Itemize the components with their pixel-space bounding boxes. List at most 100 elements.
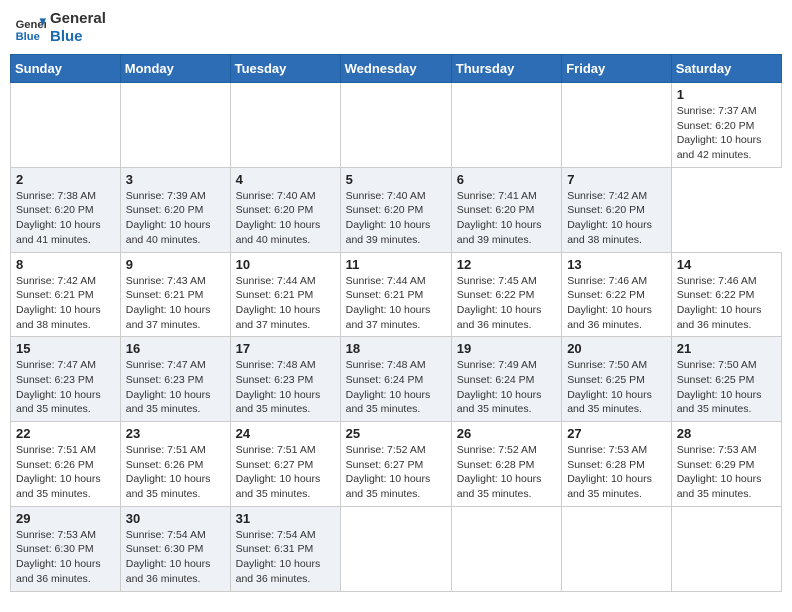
page-header: General Blue General Blue	[10, 10, 782, 46]
calendar-cell: 12 Sunrise: 7:45 AM Sunset: 6:22 PM Dayl…	[451, 252, 561, 337]
day-info: Sunrise: 7:43 AM Sunset: 6:21 PM Dayligh…	[126, 274, 225, 333]
calendar-cell: 13 Sunrise: 7:46 AM Sunset: 6:22 PM Dayl…	[562, 252, 672, 337]
calendar-cell	[562, 506, 672, 591]
calendar-cell: 26 Sunrise: 7:52 AM Sunset: 6:28 PM Dayl…	[451, 422, 561, 507]
col-header-friday: Friday	[562, 55, 672, 83]
calendar-cell: 29 Sunrise: 7:53 AM Sunset: 6:30 PM Dayl…	[11, 506, 121, 591]
calendar-cell: 30 Sunrise: 7:54 AM Sunset: 6:30 PM Dayl…	[120, 506, 230, 591]
logo-icon: General Blue	[14, 12, 46, 44]
day-number: 24	[236, 426, 335, 441]
logo: General Blue General Blue	[14, 10, 106, 46]
day-number: 7	[567, 172, 666, 187]
day-number: 21	[677, 341, 776, 356]
day-number: 9	[126, 257, 225, 272]
calendar-cell: 19 Sunrise: 7:49 AM Sunset: 6:24 PM Dayl…	[451, 337, 561, 422]
day-number: 11	[346, 257, 446, 272]
calendar-cell: 1 Sunrise: 7:37 AM Sunset: 6:20 PM Dayli…	[671, 83, 781, 168]
day-number: 1	[677, 87, 776, 102]
calendar-cell: 14 Sunrise: 7:46 AM Sunset: 6:22 PM Dayl…	[671, 252, 781, 337]
day-info: Sunrise: 7:50 AM Sunset: 6:25 PM Dayligh…	[677, 358, 776, 417]
calendar-week-4: 15 Sunrise: 7:47 AM Sunset: 6:23 PM Dayl…	[11, 337, 782, 422]
day-info: Sunrise: 7:40 AM Sunset: 6:20 PM Dayligh…	[346, 189, 446, 248]
calendar-week-6: 29 Sunrise: 7:53 AM Sunset: 6:30 PM Dayl…	[11, 506, 782, 591]
calendar-week-3: 8 Sunrise: 7:42 AM Sunset: 6:21 PM Dayli…	[11, 252, 782, 337]
calendar-cell: 15 Sunrise: 7:47 AM Sunset: 6:23 PM Dayl…	[11, 337, 121, 422]
calendar-cell: 27 Sunrise: 7:53 AM Sunset: 6:28 PM Dayl…	[562, 422, 672, 507]
day-number: 16	[126, 341, 225, 356]
day-number: 22	[16, 426, 115, 441]
calendar-cell: 10 Sunrise: 7:44 AM Sunset: 6:21 PM Dayl…	[230, 252, 340, 337]
calendar-cell	[230, 83, 340, 168]
day-info: Sunrise: 7:51 AM Sunset: 6:26 PM Dayligh…	[126, 443, 225, 502]
calendar-cell: 31 Sunrise: 7:54 AM Sunset: 6:31 PM Dayl…	[230, 506, 340, 591]
col-header-tuesday: Tuesday	[230, 55, 340, 83]
calendar-cell	[451, 83, 561, 168]
day-info: Sunrise: 7:45 AM Sunset: 6:22 PM Dayligh…	[457, 274, 556, 333]
day-number: 14	[677, 257, 776, 272]
day-number: 31	[236, 511, 335, 526]
calendar-header-row: SundayMondayTuesdayWednesdayThursdayFrid…	[11, 55, 782, 83]
day-info: Sunrise: 7:49 AM Sunset: 6:24 PM Dayligh…	[457, 358, 556, 417]
day-number: 28	[677, 426, 776, 441]
day-info: Sunrise: 7:42 AM Sunset: 6:20 PM Dayligh…	[567, 189, 666, 248]
day-info: Sunrise: 7:38 AM Sunset: 6:20 PM Dayligh…	[16, 189, 115, 248]
col-header-monday: Monday	[120, 55, 230, 83]
day-number: 4	[236, 172, 335, 187]
calendar-cell: 17 Sunrise: 7:48 AM Sunset: 6:23 PM Dayl…	[230, 337, 340, 422]
day-number: 3	[126, 172, 225, 187]
day-number: 10	[236, 257, 335, 272]
day-info: Sunrise: 7:47 AM Sunset: 6:23 PM Dayligh…	[16, 358, 115, 417]
calendar-cell	[340, 83, 451, 168]
calendar-cell: 22 Sunrise: 7:51 AM Sunset: 6:26 PM Dayl…	[11, 422, 121, 507]
logo-blue: Blue	[50, 28, 106, 46]
calendar-cell	[11, 83, 121, 168]
day-info: Sunrise: 7:52 AM Sunset: 6:27 PM Dayligh…	[346, 443, 446, 502]
day-number: 2	[16, 172, 115, 187]
calendar-table: SundayMondayTuesdayWednesdayThursdayFrid…	[10, 54, 782, 592]
day-info: Sunrise: 7:47 AM Sunset: 6:23 PM Dayligh…	[126, 358, 225, 417]
day-number: 17	[236, 341, 335, 356]
calendar-cell: 3 Sunrise: 7:39 AM Sunset: 6:20 PM Dayli…	[120, 167, 230, 252]
calendar-cell: 18 Sunrise: 7:48 AM Sunset: 6:24 PM Dayl…	[340, 337, 451, 422]
calendar-cell	[451, 506, 561, 591]
svg-text:Blue: Blue	[16, 31, 40, 43]
col-header-saturday: Saturday	[671, 55, 781, 83]
calendar-cell	[562, 83, 672, 168]
calendar-week-1: 1 Sunrise: 7:37 AM Sunset: 6:20 PM Dayli…	[11, 83, 782, 168]
calendar-cell: 8 Sunrise: 7:42 AM Sunset: 6:21 PM Dayli…	[11, 252, 121, 337]
day-info: Sunrise: 7:37 AM Sunset: 6:20 PM Dayligh…	[677, 104, 776, 163]
day-info: Sunrise: 7:53 AM Sunset: 6:28 PM Dayligh…	[567, 443, 666, 502]
calendar-cell: 24 Sunrise: 7:51 AM Sunset: 6:27 PM Dayl…	[230, 422, 340, 507]
calendar-cell: 28 Sunrise: 7:53 AM Sunset: 6:29 PM Dayl…	[671, 422, 781, 507]
logo-general: General	[50, 10, 106, 28]
day-number: 20	[567, 341, 666, 356]
day-number: 29	[16, 511, 115, 526]
day-info: Sunrise: 7:42 AM Sunset: 6:21 PM Dayligh…	[16, 274, 115, 333]
calendar-cell: 5 Sunrise: 7:40 AM Sunset: 6:20 PM Dayli…	[340, 167, 451, 252]
day-info: Sunrise: 7:53 AM Sunset: 6:29 PM Dayligh…	[677, 443, 776, 502]
day-number: 27	[567, 426, 666, 441]
calendar-cell: 4 Sunrise: 7:40 AM Sunset: 6:20 PM Dayli…	[230, 167, 340, 252]
day-number: 26	[457, 426, 556, 441]
day-number: 8	[16, 257, 115, 272]
col-header-wednesday: Wednesday	[340, 55, 451, 83]
day-info: Sunrise: 7:46 AM Sunset: 6:22 PM Dayligh…	[567, 274, 666, 333]
calendar-cell: 23 Sunrise: 7:51 AM Sunset: 6:26 PM Dayl…	[120, 422, 230, 507]
day-info: Sunrise: 7:51 AM Sunset: 6:26 PM Dayligh…	[16, 443, 115, 502]
calendar-cell: 16 Sunrise: 7:47 AM Sunset: 6:23 PM Dayl…	[120, 337, 230, 422]
day-number: 18	[346, 341, 446, 356]
calendar-week-2: 2 Sunrise: 7:38 AM Sunset: 6:20 PM Dayli…	[11, 167, 782, 252]
calendar-cell	[120, 83, 230, 168]
day-info: Sunrise: 7:52 AM Sunset: 6:28 PM Dayligh…	[457, 443, 556, 502]
calendar-cell: 2 Sunrise: 7:38 AM Sunset: 6:20 PM Dayli…	[11, 167, 121, 252]
day-info: Sunrise: 7:41 AM Sunset: 6:20 PM Dayligh…	[457, 189, 556, 248]
calendar-cell: 6 Sunrise: 7:41 AM Sunset: 6:20 PM Dayli…	[451, 167, 561, 252]
day-info: Sunrise: 7:39 AM Sunset: 6:20 PM Dayligh…	[126, 189, 225, 248]
calendar-cell	[671, 506, 781, 591]
day-info: Sunrise: 7:44 AM Sunset: 6:21 PM Dayligh…	[346, 274, 446, 333]
day-number: 5	[346, 172, 446, 187]
calendar-cell: 20 Sunrise: 7:50 AM Sunset: 6:25 PM Dayl…	[562, 337, 672, 422]
day-info: Sunrise: 7:40 AM Sunset: 6:20 PM Dayligh…	[236, 189, 335, 248]
day-info: Sunrise: 7:48 AM Sunset: 6:24 PM Dayligh…	[346, 358, 446, 417]
calendar-cell: 21 Sunrise: 7:50 AM Sunset: 6:25 PM Dayl…	[671, 337, 781, 422]
